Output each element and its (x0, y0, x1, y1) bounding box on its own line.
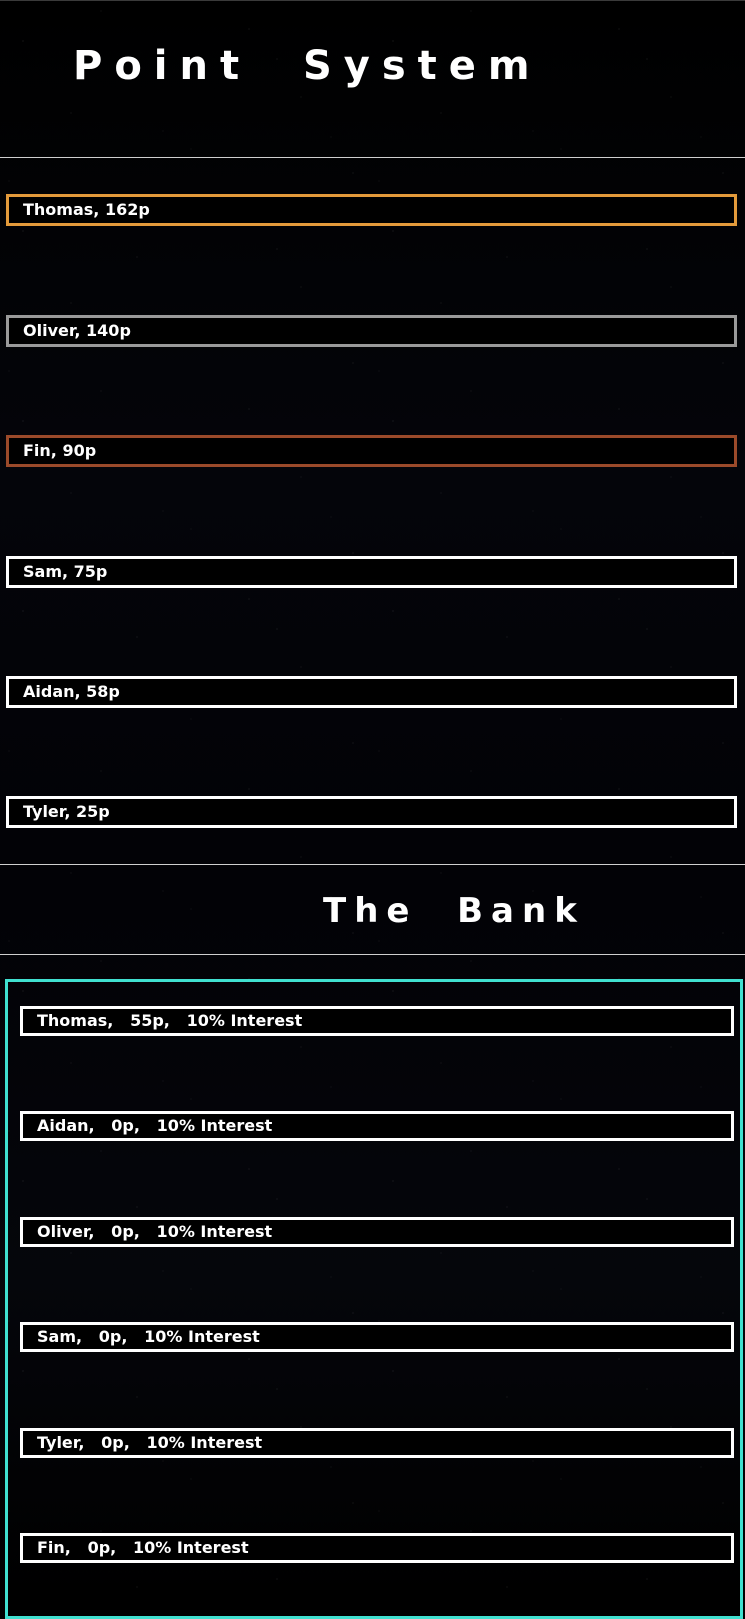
points-row-label: Aidan, 58p (23, 682, 120, 701)
bank-row-1: Thomas, 55p, 10% Interest (20, 1006, 734, 1036)
point-system-title: Point System (73, 43, 542, 89)
points-row-4: Sam, 75p (6, 556, 737, 588)
bank-row-6: Fin, 0p, 10% Interest (20, 1533, 734, 1563)
bank-row-label: Tyler, 0p, 10% Interest (37, 1433, 263, 1452)
top-edge (0, 0, 745, 1)
points-row-6: Tyler, 25p (6, 796, 737, 828)
points-row-label: Tyler, 25p (23, 802, 110, 821)
points-row-label: Sam, 75p (23, 562, 108, 581)
bank-row-2: Aidan, 0p, 10% Interest (20, 1111, 734, 1141)
points-row-label: Oliver, 140p (23, 321, 131, 340)
bank-row-label: Oliver, 0p, 10% Interest (37, 1222, 273, 1241)
divider (0, 864, 745, 865)
bank-row-label: Sam, 0p, 10% Interest (37, 1327, 260, 1346)
bank-row-label: Aidan, 0p, 10% Interest (37, 1116, 273, 1135)
points-row-label: Thomas, 162p (23, 200, 150, 219)
points-row-5: Aidan, 58p (6, 676, 737, 708)
bank-row-3: Oliver, 0p, 10% Interest (20, 1217, 734, 1247)
points-row-3: Fin, 90p (6, 435, 737, 467)
bank-title: The Bank (323, 891, 585, 931)
bank-row-5: Tyler, 0p, 10% Interest (20, 1428, 734, 1458)
divider (0, 954, 745, 955)
bank-row-label: Thomas, 55p, 10% Interest (37, 1011, 303, 1030)
points-row-label: Fin, 90p (23, 441, 97, 460)
bank-row-4: Sam, 0p, 10% Interest (20, 1322, 734, 1352)
divider (0, 157, 745, 158)
points-row-2: Oliver, 140p (6, 315, 737, 347)
bank-row-label: Fin, 0p, 10% Interest (37, 1538, 249, 1557)
points-row-1: Thomas, 162p (6, 194, 737, 226)
bank-panel: Thomas, 55p, 10% Interest Aidan, 0p, 10%… (5, 979, 743, 1619)
